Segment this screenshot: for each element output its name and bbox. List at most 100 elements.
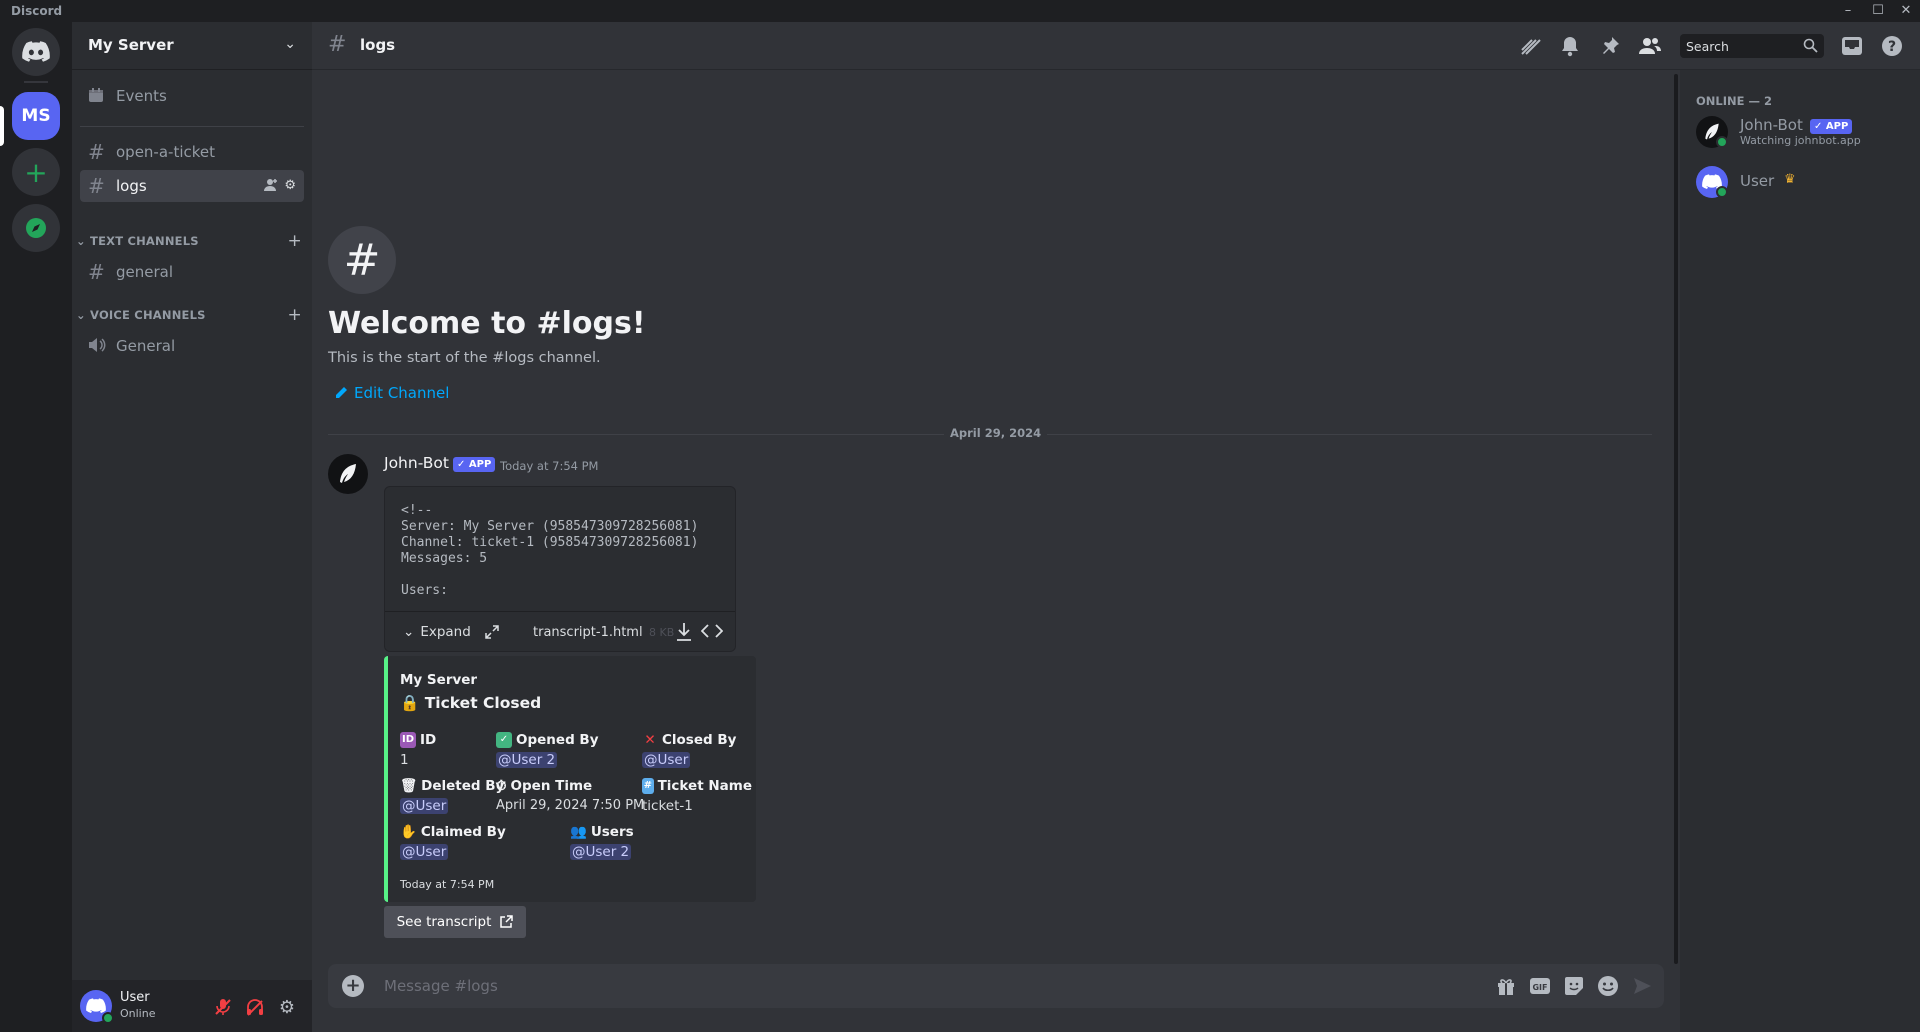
channel-item-logs[interactable]: # logs ⚙ bbox=[80, 170, 304, 202]
member-activity: Watching johnbot.app bbox=[1740, 134, 1861, 147]
server-name: My Server bbox=[88, 36, 174, 54]
hash-icon: # bbox=[642, 778, 654, 794]
members-icon bbox=[1639, 38, 1661, 54]
gif-button[interactable]: GIF bbox=[1528, 974, 1552, 998]
create-channel-icon[interactable]: + bbox=[288, 231, 302, 251]
channel-name: General bbox=[116, 337, 176, 355]
message-author[interactable]: John-Bot bbox=[384, 454, 449, 472]
add-server-button[interactable]: + bbox=[12, 148, 60, 196]
help-button[interactable]: ? bbox=[1880, 34, 1904, 58]
search-icon bbox=[1803, 38, 1818, 57]
explore-servers-button[interactable] bbox=[12, 204, 60, 252]
channel-header: # logs ? bbox=[312, 22, 1920, 70]
edit-channel-link[interactable]: Edit Channel bbox=[334, 384, 449, 402]
create-channel-icon[interactable]: + bbox=[288, 305, 302, 325]
attachment-filename[interactable]: transcript-1.html bbox=[533, 625, 643, 640]
chevron-down-icon: ⌄ bbox=[284, 36, 296, 52]
embed-title-text: Ticket Closed bbox=[424, 694, 542, 712]
inbox-button[interactable] bbox=[1840, 34, 1864, 58]
events-item[interactable]: Events bbox=[80, 80, 304, 112]
feather-icon bbox=[340, 464, 356, 483]
user-mention[interactable]: @User 2 bbox=[496, 752, 558, 768]
view-source-icon[interactable] bbox=[700, 622, 724, 644]
online-status-dot bbox=[1716, 186, 1728, 198]
welcome-subtitle: This is the start of the #logs channel. bbox=[328, 350, 601, 366]
chevron-down-icon: ⌄ bbox=[76, 308, 91, 322]
deafen-button[interactable] bbox=[244, 996, 266, 1018]
channel-item-open-a-ticket[interactable]: # open-a-ticket bbox=[80, 136, 304, 168]
inbox-icon bbox=[1842, 37, 1862, 55]
server-icon-my-server[interactable]: MS bbox=[12, 92, 60, 140]
expand-button[interactable]: ⌄ Expand bbox=[403, 624, 499, 640]
category-label: TEXT CHANNELS bbox=[90, 234, 199, 248]
maximize-button[interactable]: ☐ bbox=[1866, 2, 1890, 20]
headphones-muted-icon bbox=[247, 999, 263, 1016]
people-icon: 👥 bbox=[570, 824, 587, 840]
emoji-icon bbox=[1598, 976, 1618, 996]
mute-button[interactable] bbox=[212, 996, 234, 1018]
field-name: Closed By bbox=[662, 732, 737, 748]
category-text-channels[interactable]: ⌄ TEXT CHANNELS + bbox=[76, 231, 308, 254]
download-icon[interactable] bbox=[675, 622, 693, 646]
user-mention[interactable]: @User bbox=[400, 798, 449, 814]
upload-plus-icon[interactable]: + bbox=[342, 975, 364, 997]
sticker-icon bbox=[1565, 977, 1583, 995]
embed-field-open-time: ⏱ Open Time April 29, 2024 7:50 PM bbox=[496, 776, 646, 816]
rail-separator bbox=[24, 81, 48, 83]
selected-server-indicator bbox=[0, 106, 4, 146]
home-button[interactable] bbox=[12, 28, 60, 76]
server-header[interactable]: My Server ⌄ bbox=[72, 22, 312, 70]
crown-icon: ♛ bbox=[1784, 172, 1796, 187]
user-mention[interactable]: @User bbox=[400, 844, 449, 860]
voice-channel-general[interactable]: General bbox=[80, 330, 304, 362]
field-name: Open Time bbox=[510, 778, 593, 794]
message-input[interactable] bbox=[384, 976, 1384, 996]
pin-icon bbox=[1603, 37, 1619, 54]
member-list-button[interactable] bbox=[1638, 34, 1662, 58]
field-name: Opened By bbox=[516, 732, 599, 748]
user-mention[interactable]: @User 2 bbox=[570, 844, 632, 860]
hash-icon: # bbox=[88, 260, 105, 284]
close-window-button[interactable]: ✕ bbox=[1894, 2, 1918, 20]
calendar-icon bbox=[88, 84, 112, 108]
see-transcript-button[interactable]: See transcript bbox=[384, 906, 526, 938]
minimize-button[interactable]: – bbox=[1836, 2, 1860, 20]
stopwatch-icon: ⏱ bbox=[496, 778, 507, 794]
online-status-dot bbox=[102, 1012, 114, 1024]
invite-user-icon[interactable] bbox=[264, 178, 278, 196]
app-name: Discord bbox=[11, 4, 63, 18]
avatar[interactable] bbox=[328, 454, 368, 494]
title-bar: Discord – ☐ ✕ bbox=[0, 0, 1920, 22]
user-status: Online bbox=[120, 1007, 156, 1020]
send-button[interactable] bbox=[1630, 974, 1654, 998]
embed-author: My Server bbox=[400, 672, 478, 688]
notifications-button[interactable] bbox=[1558, 34, 1582, 58]
user-settings-button[interactable]: ⚙ bbox=[276, 996, 298, 1018]
search-input[interactable] bbox=[1686, 37, 1796, 55]
member-item-user[interactable]: User ♛ bbox=[1688, 160, 1912, 204]
channel-item-general[interactable]: # general bbox=[80, 256, 304, 288]
category-voice-channels[interactable]: ⌄ VOICE CHANNELS + bbox=[76, 305, 308, 328]
member-name: User bbox=[1740, 172, 1775, 190]
hash-icon: # bbox=[328, 32, 347, 57]
field-name: Ticket Name bbox=[657, 778, 752, 794]
check-mark-icon: ✓ bbox=[496, 732, 512, 748]
emoji-button[interactable] bbox=[1596, 974, 1620, 998]
member-item-john-bot[interactable]: John-Bot ✓ APP Watching johnbot.app bbox=[1688, 110, 1912, 154]
app-badge-label: APP bbox=[468, 459, 492, 470]
chat-scrollbar[interactable] bbox=[1674, 74, 1678, 964]
svg-text:?: ? bbox=[1888, 39, 1896, 55]
expand-label: Expand bbox=[420, 624, 471, 640]
speaker-icon bbox=[88, 334, 112, 358]
bell-icon bbox=[1562, 37, 1578, 57]
user-mention[interactable]: @User bbox=[642, 752, 691, 768]
threads-button[interactable] bbox=[1518, 34, 1542, 58]
gear-icon[interactable]: ⚙ bbox=[284, 178, 296, 196]
pinned-messages-button[interactable] bbox=[1598, 34, 1622, 58]
search-bar[interactable] bbox=[1680, 34, 1824, 58]
gift-button[interactable] bbox=[1494, 974, 1518, 998]
sticker-button[interactable] bbox=[1562, 974, 1586, 998]
file-attachment-preview: <!-- Server: My Server (9585473097282560… bbox=[384, 486, 736, 652]
embed-field-users: 👥 Users @User 2 bbox=[570, 822, 720, 862]
username: User bbox=[120, 990, 150, 1005]
